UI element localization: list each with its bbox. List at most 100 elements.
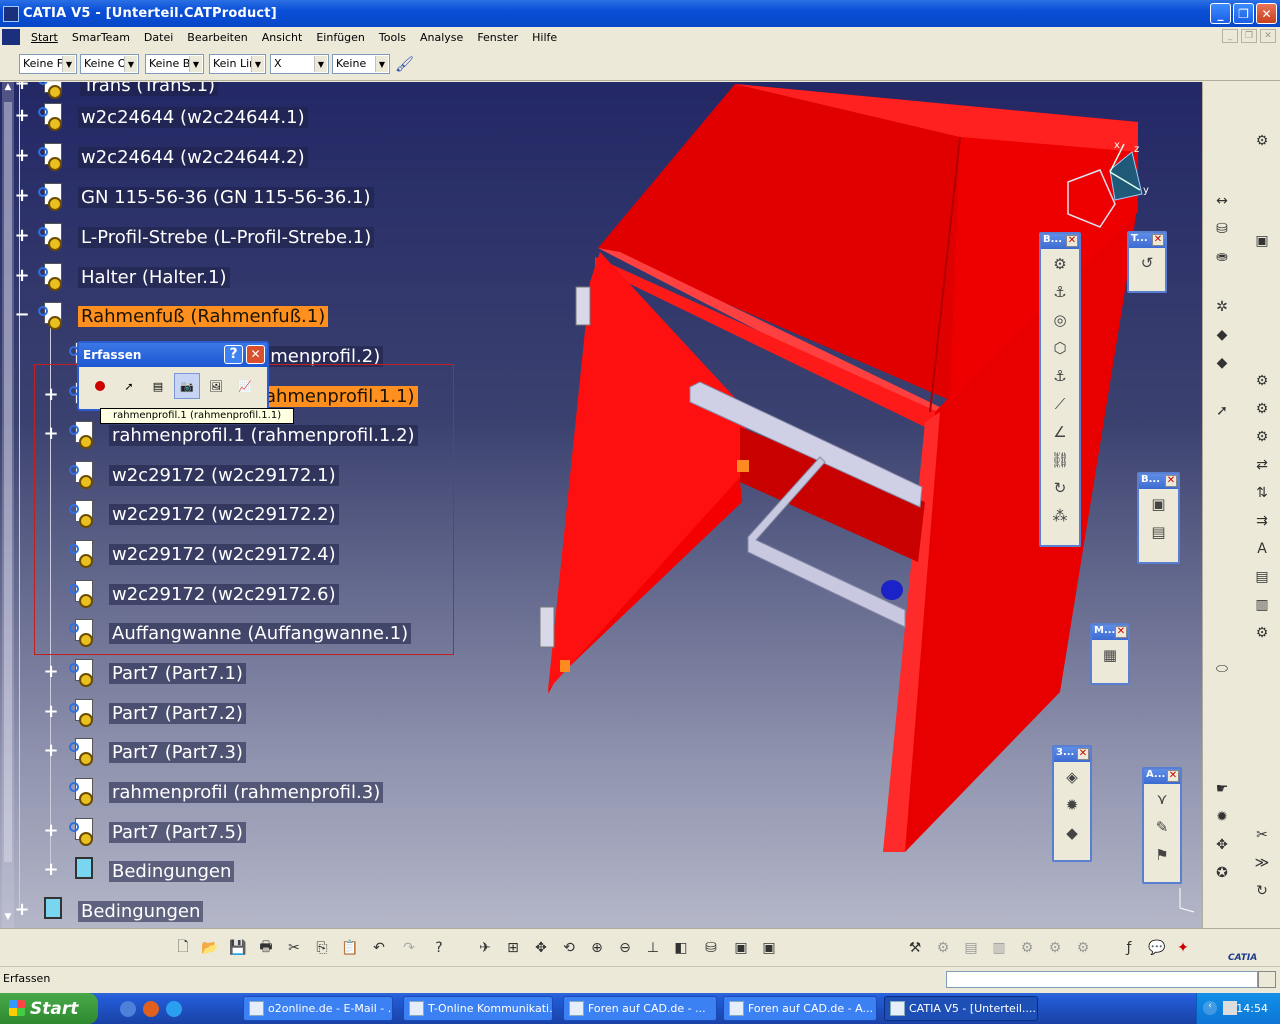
task-button[interactable]: Foren auf CAD.de - A...	[723, 996, 877, 1021]
tree-node-constraints[interactable]: + Bedingungen	[41, 857, 235, 882]
table-icon[interactable]: ▤	[1251, 566, 1273, 588]
document-icon[interactable]	[2, 29, 20, 45]
menu-datei[interactable]: Datei	[137, 31, 180, 44]
catalog-icon[interactable]: ⚒	[904, 937, 926, 959]
new-component-icon[interactable]: ▤	[1146, 518, 1172, 545]
tree-node[interactable]: + Part7 (Part7.5)	[41, 818, 246, 846]
help-button[interactable]: ?	[224, 345, 243, 364]
swap-space-icon[interactable]: ▣	[758, 937, 780, 959]
menu-start[interactable]: Start	[24, 31, 65, 44]
normal-view-icon[interactable]: ⊥	[642, 937, 664, 959]
reorder-icon[interactable]: ⇅	[1251, 482, 1273, 504]
menu-bearbeiten[interactable]: Bearbeiten	[180, 31, 254, 44]
formula-icon[interactable]: ƒ	[1118, 937, 1140, 959]
floating-toolbar-b1[interactable]: B... ✕ ⚙ ⚓ ◎ ⬡ ⚓ ⟋ ∠ ⛓ ↻ ⁂	[1039, 232, 1081, 547]
cut-icon[interactable]: ✂	[283, 937, 305, 959]
bom-icon[interactable]: ▥	[1251, 594, 1273, 616]
weld-icon[interactable]: ⋎	[1149, 785, 1175, 812]
tree-node[interactable]: + GN 115-56-36 (GN 115-56-36.1)	[10, 183, 374, 211]
existing-component-icon[interactable]: ▣	[1146, 490, 1172, 517]
replace-icon[interactable]: ⇄	[1251, 454, 1273, 476]
flag-note-icon[interactable]: ⚑	[1149, 841, 1175, 868]
task-button[interactable]: o2online.de - E-Mail - ...	[243, 996, 393, 1021]
line-weight-combo[interactable]: Keine B ▼	[145, 54, 204, 74]
measure-inertia-icon[interactable]: ⛂	[1211, 246, 1233, 268]
mdi-minimize-button[interactable]: _	[1222, 29, 1238, 43]
fix-icon[interactable]: ⚓	[1047, 278, 1073, 305]
text-icon[interactable]: ✎	[1149, 813, 1175, 840]
start-button[interactable]: Start	[0, 993, 98, 1024]
comment-icon[interactable]: 💬	[1146, 937, 1168, 959]
tree-node[interactable]: + Trans (Trans.1)	[10, 82, 219, 99]
open-folder-icon[interactable]: 📂	[199, 937, 221, 959]
text-frame-icon[interactable]: A	[1251, 538, 1273, 560]
tool-icon[interactable]: ⚙	[1072, 937, 1094, 959]
scroll-up-icon[interactable]: ▲	[2, 82, 14, 96]
gear-icon[interactable]: ⚙	[1251, 398, 1273, 420]
close-icon[interactable]: ✕	[1066, 235, 1078, 247]
menu-ansicht[interactable]: Ansicht	[255, 31, 310, 44]
menu-einfuegen[interactable]: Einfügen	[309, 31, 372, 44]
floating-toolbar-t3[interactable]: 3... ✕ ◈ ✹ ◆	[1052, 745, 1092, 862]
tree-node[interactable]: + w2c24644 (w2c24644.2)	[10, 143, 308, 171]
close-icon[interactable]: ✕	[1165, 475, 1177, 487]
clash-icon[interactable]: ◆	[1059, 819, 1085, 846]
line-type-combo[interactable]: Kein Lin ▼	[209, 54, 266, 74]
undo-icon[interactable]: ↶	[368, 937, 390, 959]
erfassen-titlebar[interactable]: Erfassen ? ✕	[79, 343, 267, 367]
maximize-button[interactable]: ❐	[1233, 3, 1254, 24]
diamond-warning-icon[interactable]: ◆	[1211, 324, 1233, 346]
quicklaunch-icon[interactable]	[143, 1001, 159, 1017]
layer-combo[interactable]: Keine ▼	[332, 54, 390, 74]
tree-node-rahmenfuss[interactable]: − Rahmenfuß (Rahmenfuß.1)	[10, 302, 329, 330]
erfassen-toolbar[interactable]: Erfassen ? ✕ ➚ ▤ 📷 🖼 📈	[77, 341, 269, 411]
knowledge-icon[interactable]: ✦	[1172, 937, 1194, 959]
tree-node[interactable]: + Halter (Halter.1)	[10, 263, 230, 291]
menu-hilfe[interactable]: Hilfe	[525, 31, 564, 44]
fly-mode-icon[interactable]: ✈	[474, 937, 496, 959]
tool-icon[interactable]: ⚙	[932, 937, 954, 959]
tree-node-constraints[interactable]: + Bedingungen	[10, 897, 204, 922]
close-button[interactable]: ✕	[246, 345, 265, 364]
tool-icon[interactable]: ⚙	[1016, 937, 1038, 959]
snap-icon[interactable]: ✪	[1211, 862, 1233, 884]
measure-item-icon[interactable]: ⛁	[1211, 218, 1233, 240]
eraser-icon[interactable]: ⬭	[1211, 658, 1233, 680]
menu-tools[interactable]: Tools	[372, 31, 413, 44]
menu-smarteam[interactable]: SmarTeam	[65, 31, 137, 44]
tool-icon[interactable]: ▥	[988, 937, 1010, 959]
window-titlebar[interactable]: CATIA V5 - [Unterteil.CATProduct] _ ❐ ✕	[0, 0, 1280, 27]
clash-icon[interactable]: ✲	[1211, 296, 1233, 318]
floating-toolbar-t1[interactable]: T... ✕ ↺	[1127, 231, 1167, 293]
contact-icon[interactable]: ⬡	[1047, 334, 1073, 361]
record-icon[interactable]	[87, 373, 113, 399]
gear-icon[interactable]: ⚙	[1251, 426, 1273, 448]
explode-icon[interactable]: ✹	[1059, 791, 1085, 818]
update-icon[interactable]: ↻	[1047, 474, 1073, 501]
angle-icon[interactable]: ∠	[1047, 418, 1073, 445]
copy-icon[interactable]: ⎘	[311, 937, 333, 959]
paste-icon[interactable]: 📋	[339, 937, 361, 959]
render-style-icon[interactable]: ⛁	[700, 937, 722, 959]
views-icon[interactable]: ◧	[670, 937, 692, 959]
close-icon[interactable]: ✕	[1077, 748, 1089, 760]
point-symbol-combo[interactable]: X ▼	[270, 54, 329, 74]
ie-icon[interactable]	[166, 1001, 182, 1017]
menu-analyse[interactable]: Analyse	[413, 31, 470, 44]
scroll-thumb[interactable]	[4, 102, 12, 862]
close-icon[interactable]: ✕	[1115, 626, 1127, 638]
tool-icon[interactable]: ▤	[960, 937, 982, 959]
floating-toolbar-m1[interactable]: M... ✕ ▦	[1090, 623, 1130, 685]
tree-node[interactable]: + Part7 (Part7.1)	[41, 659, 246, 687]
fit-all-icon[interactable]: ⊞	[502, 937, 524, 959]
product-structure-icon[interactable]: ⚙	[1251, 130, 1273, 152]
command-button[interactable]	[1258, 971, 1276, 988]
command-input[interactable]	[946, 971, 1258, 988]
measure-icon[interactable]: ▦	[1097, 641, 1123, 668]
new-file-icon[interactable]: 🗋	[172, 937, 194, 959]
quicklaunch-icon[interactable]	[120, 1001, 136, 1017]
tool-icon[interactable]: ✂	[1251, 824, 1273, 846]
camera-icon[interactable]: 📷	[174, 373, 200, 399]
close-icon[interactable]: ✕	[1152, 234, 1164, 246]
tree-node[interactable]: + Part7 (Part7.2)	[41, 699, 246, 727]
